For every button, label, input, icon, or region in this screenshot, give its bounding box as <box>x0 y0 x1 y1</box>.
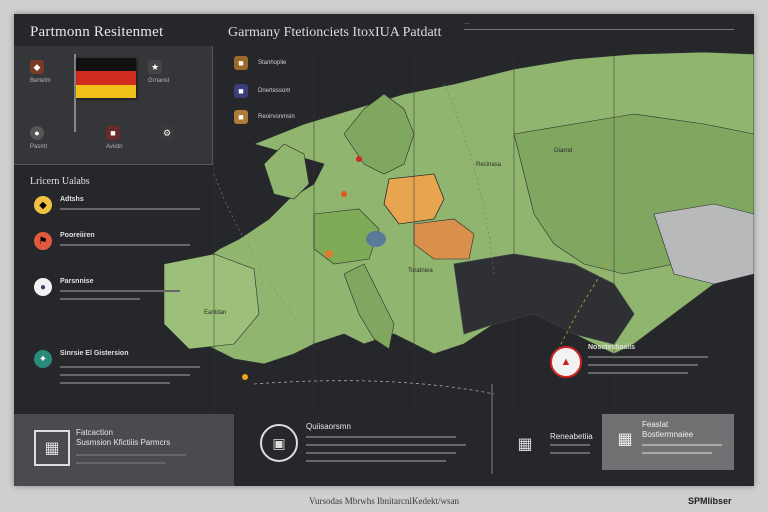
badge-icon: ★ <box>148 60 162 74</box>
map-label-west: Eantdan <box>204 310 227 316</box>
side-item-0-title: Adtshs <box>60 196 84 203</box>
gear-icon: ⚙ <box>160 126 174 140</box>
lock-icon: ● <box>34 278 52 296</box>
side-item-1-title: Pooreiiren <box>60 232 95 239</box>
top-item-0: Bertelm <box>30 78 51 84</box>
circle-icon: ✦ <box>34 350 52 368</box>
header-left-title: Partmonn Resitenmet <box>30 24 164 40</box>
tank-icon: ■ <box>106 126 120 140</box>
bottom-right-panel: ▦ Feaslat Bostlermnaiee <box>602 414 734 470</box>
footer-caption: Vursodas Mbrwhs IbnitarcnlKedekt/wsan <box>309 496 459 506</box>
bottom-bar: ▦ Fatcaction Susmsion Kfictiiis Parmcrs … <box>14 414 754 486</box>
bottom-right-box-title: Feaslat <box>642 420 669 429</box>
bottom-center-title: Quiisaorsmn <box>306 422 351 431</box>
side-item-2-title: Parsnnise <box>60 278 94 285</box>
top-info-panel: ◆ Bertelm ★ Grnanst ● Pasmt ■ Aviotn ⚙ <box>14 46 213 165</box>
bottom-left-panel: ▦ Fatcaction Susmsion Kfictiiis Parmcrs <box>14 414 234 486</box>
shield-icon: ▦ <box>34 430 70 466</box>
top-item-3: Aviotn <box>106 144 123 150</box>
map-label-east: Giarrat <box>554 148 573 154</box>
bottom-right-title: Reneabetiia <box>550 432 593 441</box>
map-lake <box>366 231 386 247</box>
legend-label-1: Dnertessom <box>258 88 291 94</box>
map-marker-orange <box>242 374 248 380</box>
side-section-title: Lricern Ualabs <box>30 176 90 187</box>
bottom-left-line: Susmsion Kfictiiis Parmcrs <box>76 438 171 447</box>
helmet-icon: ● <box>30 126 44 140</box>
header-subtitle-rule: ... <box>464 19 734 38</box>
flag-icon: ⚑ <box>34 232 52 250</box>
gift-icon: ▦ <box>617 431 633 448</box>
legend-icon-1: ■ <box>234 84 248 98</box>
shield-icon: ◆ <box>30 60 44 74</box>
marker-right-title: Nosctestiasiis <box>588 344 636 351</box>
top-item-1: Grnanst <box>148 78 170 84</box>
emblem-icon: ▣ <box>260 424 298 462</box>
legend-icon-2: ■ <box>234 110 248 124</box>
brand-logo: SPMlibser <box>688 496 732 506</box>
header-subtitle: ... <box>464 19 470 26</box>
legend-icon-0: ■ <box>234 56 248 70</box>
helmet-icon: ▲ <box>550 346 582 378</box>
poster-frame: Partmonn Resitenmet Garmany Ftetionciets… <box>14 14 754 486</box>
legend-label-2: Reoirvonmsin <box>258 114 295 120</box>
header-main-title: Garmany Ftetionciets ItoxIUA Patdatt <box>228 25 442 40</box>
building-icon: ▦ <box>517 436 533 453</box>
bottom-left-title: Fatcaction <box>76 428 113 437</box>
map-label-north: Recinasa <box>476 162 502 168</box>
bottom-right-box-line: Bostlermnaiee <box>642 430 694 439</box>
germany-flag <box>76 58 136 98</box>
shield-icon: ◆ <box>34 196 52 214</box>
top-item-2: Pasmt <box>30 144 48 150</box>
legend-label-0: Stanhoplie <box>258 60 287 66</box>
side-item-3-title: Sinrsie El Gistersion <box>60 350 129 357</box>
map-label-south: Toratniea <box>408 268 433 274</box>
